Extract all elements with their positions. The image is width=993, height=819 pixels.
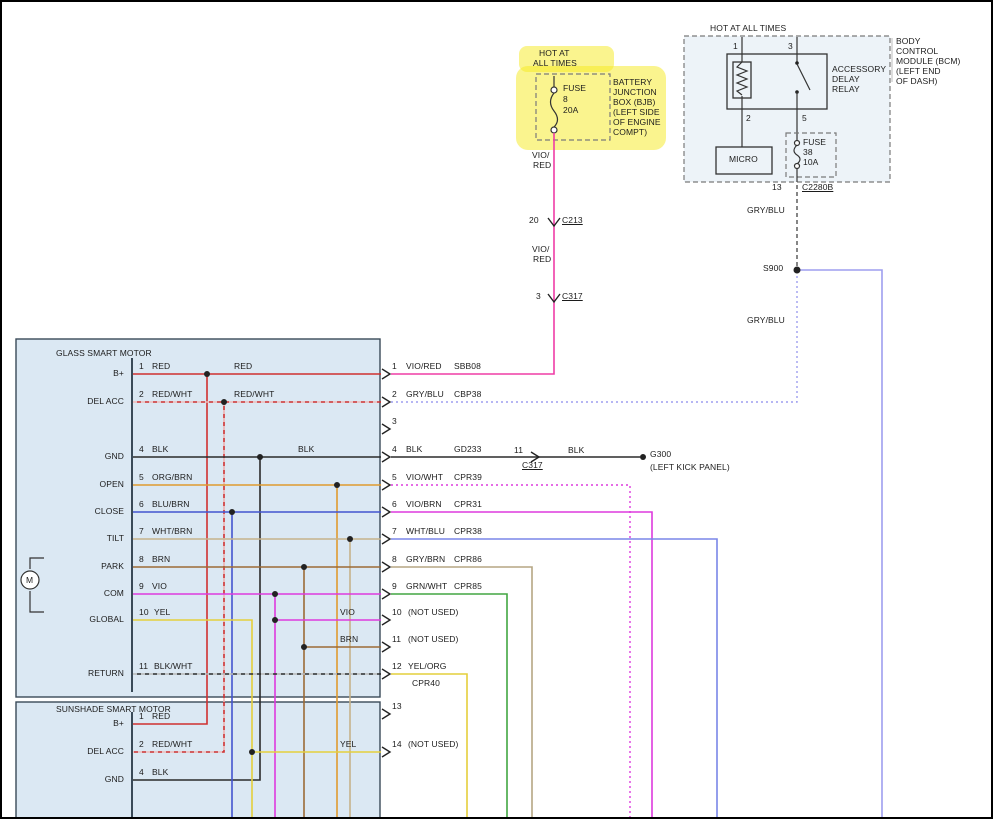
connector-pin-7 (382, 534, 390, 544)
wire-gry-blu-cbp38 (391, 273, 797, 402)
connector-pin-9 (382, 589, 390, 599)
motor-symbol (21, 571, 39, 589)
ground-g300 (640, 454, 646, 460)
splice-global-spare (249, 749, 255, 755)
wire-wht-blu-cpr38 (391, 539, 717, 819)
splice-s900 (794, 267, 801, 274)
wiring-diagram-page: HOT ATALL TIMESFUSE820ABATTERYJUNCTIONBO… (0, 0, 993, 819)
highlighter-marks (516, 46, 666, 150)
fuse38-top-terminal (795, 141, 800, 146)
connector-pin-3 (382, 424, 390, 434)
wire-gry-brn-cpr86 (391, 567, 532, 819)
wire-gry-blu-s900-branch (797, 270, 882, 819)
splice-close (229, 509, 235, 515)
wire-grn-wht-cpr85 (391, 594, 507, 819)
fuse8-top-terminal (551, 87, 557, 93)
splice-park-spare (301, 644, 307, 650)
wire-vio-red-feed (391, 133, 554, 374)
splice-gnd (257, 454, 263, 460)
sunshade-smart-motor-box (16, 702, 380, 819)
splice-park (301, 564, 307, 570)
connector-pin-13 (382, 709, 390, 719)
splice-delacc (221, 399, 227, 405)
connector-pin-1 (382, 369, 390, 379)
highlight-fuse-box (516, 66, 666, 150)
bcm-group (684, 36, 892, 182)
fuse8-bottom-terminal (551, 127, 557, 133)
splice-com (272, 591, 278, 597)
splice-com-spare (272, 617, 278, 623)
connector-pin-8 (382, 562, 390, 572)
wire-vio-brn-cpr31 (391, 512, 652, 819)
connector-pin-12 (382, 669, 390, 679)
splice-bplus (204, 371, 210, 377)
connector-pin-4 (382, 452, 390, 462)
connector-pin-5 (382, 480, 390, 490)
fuse38-bottom-terminal (795, 164, 800, 169)
diagram-canvas (2, 2, 993, 819)
connector-pin-14 (382, 747, 390, 757)
connector-pin-2 (382, 397, 390, 407)
connector-pin-10 (382, 615, 390, 625)
connector-pin-11 (382, 642, 390, 652)
connector-symbols (382, 218, 560, 757)
wire-vio-wht-cpr39 (391, 485, 630, 819)
wire-yel-org-cpr40 (391, 674, 467, 819)
device-boxes (16, 339, 380, 819)
splice-tilt (347, 536, 353, 542)
glass-smart-motor-box (16, 339, 380, 697)
splice-open (334, 482, 340, 488)
connector-pin-6 (382, 507, 390, 517)
